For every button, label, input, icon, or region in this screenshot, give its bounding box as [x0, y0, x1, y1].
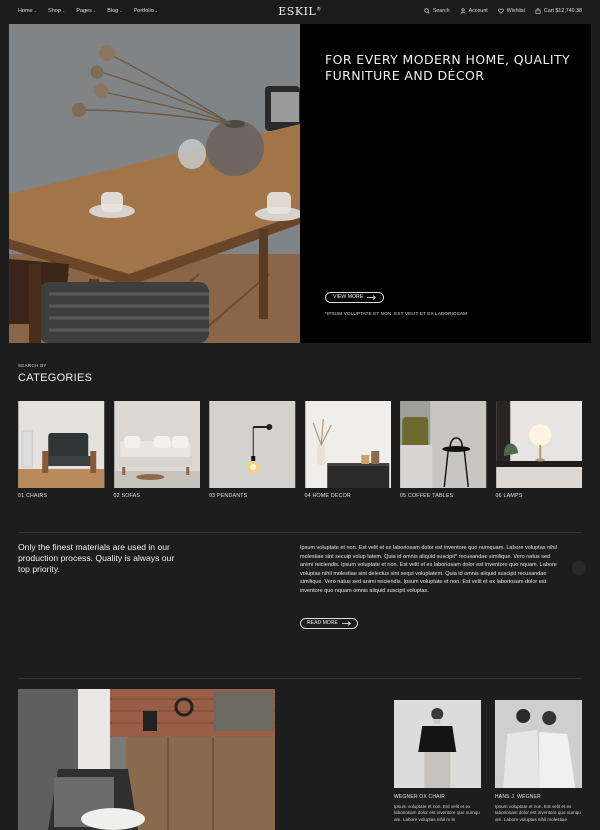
- search-icon: [424, 8, 430, 14]
- scroll-indicator[interactable]: [572, 561, 586, 575]
- category-card-coffee-tables[interactable]: 05 COFFEE TABLES: [400, 401, 487, 499]
- hero-panel: FOR EVERY MODERN HOME, QUALITY FURNITURE…: [300, 24, 591, 343]
- cart-link[interactable]: Cart $12,740.38: [535, 8, 582, 14]
- category-card-lamps[interactable]: 06 LAMPS: [496, 401, 583, 499]
- arrow-right-icon: [367, 295, 377, 300]
- woman-portrait-photo: [394, 700, 481, 788]
- product-card[interactable]: WEGNER OX CHAIR Ipsum voluptate et non. …: [394, 700, 481, 823]
- table-lamp-photo: [495, 401, 582, 488]
- site-header: Home⌄ Shop⌄ Pages⌄ Blog⌄ Portfolio⌄ ESKI…: [0, 0, 600, 24]
- category-image-pendants: [209, 401, 296, 488]
- home-decor-photo: [304, 401, 391, 488]
- categories-eyebrow: SEARCH BY: [18, 363, 47, 368]
- category-card-pendants[interactable]: 03 PENDANTS: [209, 401, 296, 499]
- category-card-home-decor[interactable]: 04 HOME DECOR: [305, 401, 392, 499]
- hero-subtitle: *IPSUM VOLUPTATE ET NON. EST VELIT ET EX…: [325, 311, 468, 316]
- cart-label: Cart $12,740.38: [544, 8, 582, 14]
- product-name: WEGNER OX CHAIR: [394, 794, 446, 800]
- category-label: 01 CHAIRS: [18, 493, 48, 499]
- hero-table-photo: [9, 24, 300, 343]
- search-link[interactable]: Search: [424, 8, 450, 14]
- user-icon: [460, 8, 466, 14]
- section-divider: [18, 532, 582, 533]
- category-card-chairs[interactable]: 01 CHAIRS: [18, 401, 105, 499]
- sofa-photo: [113, 401, 200, 488]
- categories-title: CATEGORIES: [18, 372, 93, 384]
- about-quote: Only the finest materials are used in ou…: [18, 542, 175, 574]
- hero-title: FOR EVERY MODERN HOME, QUALITY FURNITURE…: [325, 52, 571, 83]
- hero-image: [9, 24, 300, 343]
- search-label: Search: [432, 8, 450, 14]
- view-more-label: VIEW MORE: [333, 294, 364, 300]
- living-room-photo: [18, 689, 275, 830]
- product-card[interactable]: HANS J. WEGNER Ipsum voluptate et non. E…: [495, 700, 582, 823]
- account-link[interactable]: Account: [460, 8, 488, 14]
- category-label: 02 SOFAS: [113, 493, 141, 499]
- bag-icon: [535, 8, 541, 14]
- product-description: Ipsum voluptate et non. Est velit et ex …: [394, 804, 480, 822]
- heart-icon: [497, 8, 504, 14]
- category-card-sofas[interactable]: 02 SOFAS: [114, 401, 201, 499]
- category-label: 03 PENDANTS: [209, 493, 248, 499]
- read-more-label: READ MORE: [307, 620, 338, 626]
- product-description: Ipsum voluptate et non. Est velit et ex …: [495, 804, 581, 822]
- product-image: [495, 700, 582, 788]
- read-more-button[interactable]: READ MORE: [300, 618, 358, 629]
- category-image-lamps: [495, 401, 583, 488]
- category-image-coffee-tables: [400, 401, 487, 488]
- pendant-lamp-photo: [209, 401, 296, 488]
- header-actions: Search Account Wishlist Cart $12,740.38: [424, 8, 582, 14]
- wishlist-label: Wishlist: [506, 8, 525, 14]
- category-image-home-decor: [304, 401, 392, 488]
- category-image-chairs: [18, 401, 105, 488]
- couple-portrait-photo: [495, 700, 582, 788]
- categories-list: 01 CHAIRS 02 SOFAS 03 PENDANTS 04 HOME D…: [18, 401, 582, 499]
- category-label: 05 COFFEE TABLES: [400, 493, 454, 499]
- category-label: 06 LAMPS: [495, 493, 523, 499]
- coffee-table-photo: [400, 401, 487, 488]
- product-name: HANS J. WEGNER: [495, 794, 541, 800]
- section-divider: [18, 678, 582, 679]
- category-label: 04 HOME DECOR: [304, 493, 351, 499]
- account-label: Account: [468, 8, 488, 14]
- registered-mark: ®: [316, 6, 322, 13]
- view-more-button[interactable]: VIEW MORE: [325, 292, 385, 303]
- product-image: [394, 700, 481, 788]
- wishlist-link[interactable]: Wishlist: [497, 8, 525, 14]
- armchair-photo: [18, 401, 105, 488]
- feature-image: [18, 689, 275, 830]
- about-paragraph: Ipsum voluptate et non. Est velit et ex …: [300, 545, 557, 594]
- category-image-sofas: [113, 401, 201, 488]
- logo-text: ESKIL: [278, 5, 317, 18]
- arrow-right-icon: [341, 621, 351, 626]
